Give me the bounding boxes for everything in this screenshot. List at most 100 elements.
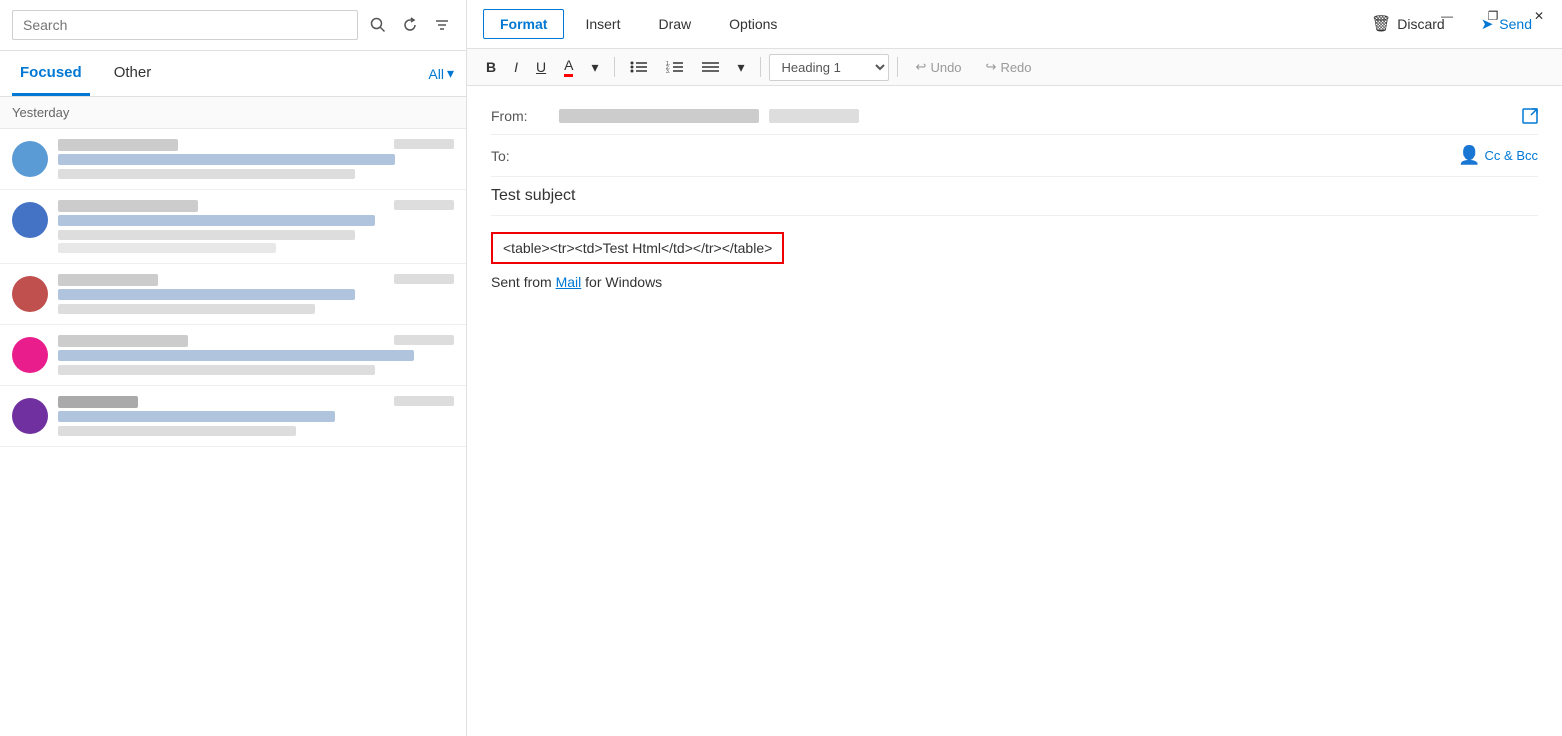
section-label: Yesterday [0, 97, 466, 129]
filter-button[interactable] [430, 13, 454, 37]
tab-format[interactable]: Format [483, 9, 564, 39]
mail-date [394, 396, 454, 406]
mail-date [394, 335, 454, 345]
tab-options[interactable]: Options [712, 9, 794, 39]
mail-item-content [58, 139, 454, 179]
avatar [12, 276, 48, 312]
mail-preview [58, 230, 355, 240]
mail-date [394, 274, 454, 284]
align-button[interactable] [695, 56, 727, 78]
toolbar-divider-1 [614, 57, 615, 77]
from-value-blurred-2 [769, 109, 859, 123]
mail-date [394, 200, 454, 210]
mail-sender [58, 200, 198, 212]
subject-row[interactable]: Test subject [491, 177, 1538, 216]
avatar [12, 398, 48, 434]
tab-other[interactable]: Other [106, 52, 160, 96]
mail-preview [58, 365, 375, 375]
mail-date [394, 139, 454, 149]
list-item[interactable] [0, 386, 466, 447]
tabs-row: Focused Other All ▾ [0, 51, 466, 97]
mail-subject [58, 411, 335, 422]
subject-value: Test subject [491, 187, 575, 204]
undo-button[interactable]: ↩ Undo [906, 55, 972, 79]
mail-preview [58, 426, 296, 436]
to-label: To: [491, 148, 551, 164]
font-color-dropdown[interactable]: ▾ [584, 55, 605, 80]
mail-sender [58, 335, 188, 347]
align-dropdown[interactable]: ▾ [731, 55, 752, 80]
expand-compose-icon [1522, 108, 1538, 124]
mail-sender [58, 274, 158, 286]
close-button[interactable]: ✕ [1516, 0, 1562, 32]
search-bar [0, 0, 466, 51]
tab-focused[interactable]: Focused [12, 52, 90, 96]
refresh-icon [402, 17, 418, 33]
list-item[interactable] [0, 190, 466, 264]
sent-from-text: Sent from [491, 274, 556, 290]
heading-select[interactable]: Heading 1 Heading 2 Heading 3 Normal Quo… [769, 54, 889, 81]
tab-draw[interactable]: Draw [641, 9, 708, 39]
email-body[interactable]: <table><tr><td>Test Html</td></tr></tabl… [491, 216, 1538, 724]
mail-link[interactable]: Mail [556, 274, 582, 290]
mail-subject [58, 350, 414, 361]
underline-button[interactable]: U [529, 55, 553, 79]
search-input[interactable] [12, 10, 358, 40]
compose-tabs-row: Format Insert Draw Options 🗑 Discard ➤ S… [467, 0, 1562, 49]
minimize-button[interactable]: — [1424, 0, 1470, 32]
toolbar-divider-3 [897, 57, 898, 77]
align-icon [702, 60, 720, 74]
trash-icon: 🗑 [1371, 14, 1391, 34]
mail-preview-2 [58, 243, 276, 253]
left-panel: Focused Other All ▾ Yesterday [0, 0, 467, 736]
list-item[interactable] [0, 129, 466, 190]
titlebar: — ❐ ✕ [1424, 0, 1562, 32]
mail-preview [58, 169, 355, 179]
tab-insert[interactable]: Insert [568, 9, 637, 39]
mail-item-content [58, 274, 454, 314]
right-panel: Format Insert Draw Options 🗑 Discard ➤ S… [467, 0, 1562, 736]
search-icon [370, 17, 386, 33]
numbered-list-icon: 1. 2. 3. [666, 60, 684, 74]
search-icon-btn[interactable] [366, 13, 390, 37]
from-value-blurred [559, 109, 759, 123]
refresh-button[interactable] [398, 13, 422, 37]
mail-sender [58, 139, 178, 151]
tab-all-filter[interactable]: All ▾ [428, 65, 454, 82]
toolbar-divider-2 [760, 57, 761, 77]
bullet-list-button[interactable] [623, 56, 655, 78]
list-item[interactable] [0, 325, 466, 386]
format-toolbar: B I U A ▾ 1. 2. 3. [467, 49, 1562, 86]
from-actions[interactable] [1522, 108, 1538, 124]
add-people-icon[interactable]: 👤 [1458, 145, 1480, 166]
filter-icon [434, 17, 450, 33]
numbered-list-button[interactable]: 1. 2. 3. [659, 56, 691, 78]
italic-button[interactable]: I [507, 55, 525, 79]
to-actions[interactable]: 👤 Cc & Bcc [1458, 145, 1538, 166]
avatar [12, 202, 48, 238]
mail-subject [58, 289, 355, 300]
mail-subject [58, 215, 375, 226]
font-color-button[interactable]: A [557, 53, 580, 81]
mail-list [0, 129, 466, 736]
compose-body: From: To: 👤 Cc & Bcc Test subject [467, 86, 1562, 736]
mail-item-content [58, 396, 454, 436]
from-label: From: [491, 108, 551, 124]
bullet-list-icon [630, 60, 648, 74]
svg-text:3.: 3. [666, 69, 670, 74]
html-content-box: <table><tr><td>Test Html</td></tr></tabl… [491, 232, 784, 264]
to-row: To: 👤 Cc & Bcc [491, 135, 1538, 177]
mail-item-content [58, 200, 454, 253]
sent-from-suffix: for Windows [581, 274, 662, 290]
avatar [12, 141, 48, 177]
mail-item-content [58, 335, 454, 375]
bold-button[interactable]: B [479, 55, 503, 79]
redo-icon: ↪ [986, 59, 997, 75]
redo-button[interactable]: ↪ Redo [976, 55, 1042, 79]
maximize-button[interactable]: ❐ [1470, 0, 1516, 32]
from-row: From: [491, 98, 1538, 135]
cc-bcc-label[interactable]: Cc & Bcc [1485, 148, 1538, 163]
list-item[interactable] [0, 264, 466, 325]
avatar [12, 337, 48, 373]
mail-preview [58, 304, 315, 314]
